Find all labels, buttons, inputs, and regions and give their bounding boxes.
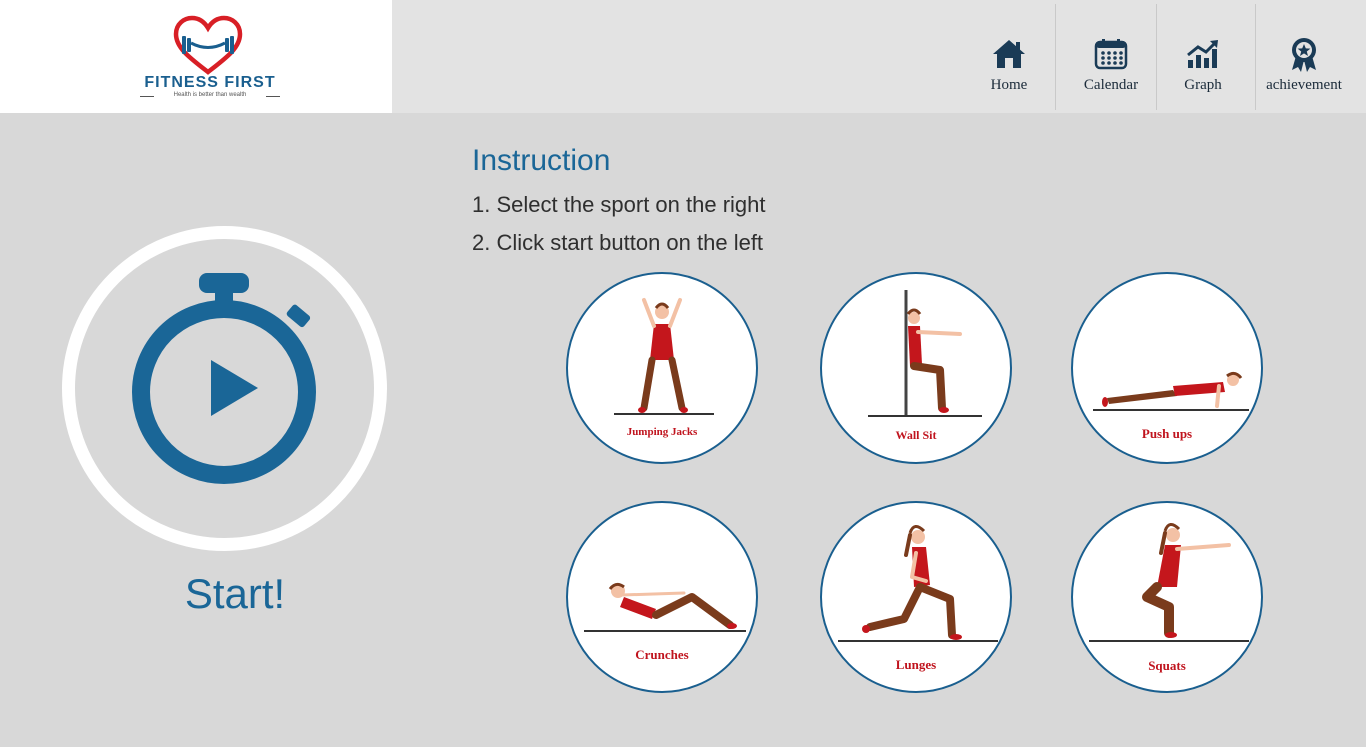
start-label[interactable]: Start! — [130, 570, 340, 618]
exercise-squats[interactable]: Squats — [1071, 501, 1263, 693]
nav-calendar[interactable]: Calendar — [1066, 4, 1156, 110]
exercise-label: Jumping Jacks — [626, 426, 698, 438]
instruction-step: 2. Click start button on the left — [472, 230, 764, 255]
home-icon — [993, 40, 1025, 68]
exercise-jumping-jacks[interactable]: Jumping Jacks — [566, 272, 758, 464]
exercise-crunches[interactable]: Crunches — [566, 501, 758, 693]
logo[interactable]: FITNESS FIRST Health is better than weal… — [0, 0, 392, 113]
nav-divider — [1255, 4, 1256, 110]
nav-calendar-label: Calendar — [1083, 77, 1139, 93]
graph-icon — [1187, 40, 1218, 68]
exercise-wall-sit[interactable]: Wall Sit — [820, 272, 1012, 464]
exercise-label: Crunches — [635, 647, 689, 662]
nav-divider — [1156, 4, 1157, 110]
exercise-label: Squats — [1148, 658, 1186, 673]
nav-graph[interactable]: Graph — [1158, 4, 1248, 110]
exercise-push-ups[interactable]: Push ups — [1071, 272, 1263, 464]
exercise-label: Lunges — [895, 657, 937, 672]
instruction-step: 1. Select the sport on the right — [472, 192, 766, 217]
nav-divider — [1055, 4, 1056, 110]
nav-graph-label: Graph — [1184, 77, 1222, 93]
heart-dumbbell-icon — [173, 15, 243, 75]
award-icon — [1292, 38, 1316, 72]
calendar-icon — [1094, 39, 1128, 70]
exercise-lunges[interactable]: Lunges — [820, 501, 1012, 693]
nav-home-label: Home — [990, 77, 1028, 93]
brand-tagline: Health is better than wealth — [140, 92, 280, 98]
nav-home[interactable]: Home — [964, 4, 1054, 110]
nav-achievement[interactable]: achievement — [1258, 4, 1350, 110]
instruction-title: Instruction — [472, 144, 611, 177]
header-bar: FITNESS FIRST Health is better than weal… — [0, 0, 1366, 113]
exercise-label: Push ups — [1141, 426, 1193, 441]
exercise-label: Wall Sit — [895, 428, 937, 442]
brand-title: FITNESS FIRST — [144, 74, 276, 91]
nav-achievement-label: achievement — [1266, 77, 1342, 93]
crunches-figure-icon — [584, 582, 746, 632]
stopwatch-play-icon[interactable] — [125, 268, 325, 488]
